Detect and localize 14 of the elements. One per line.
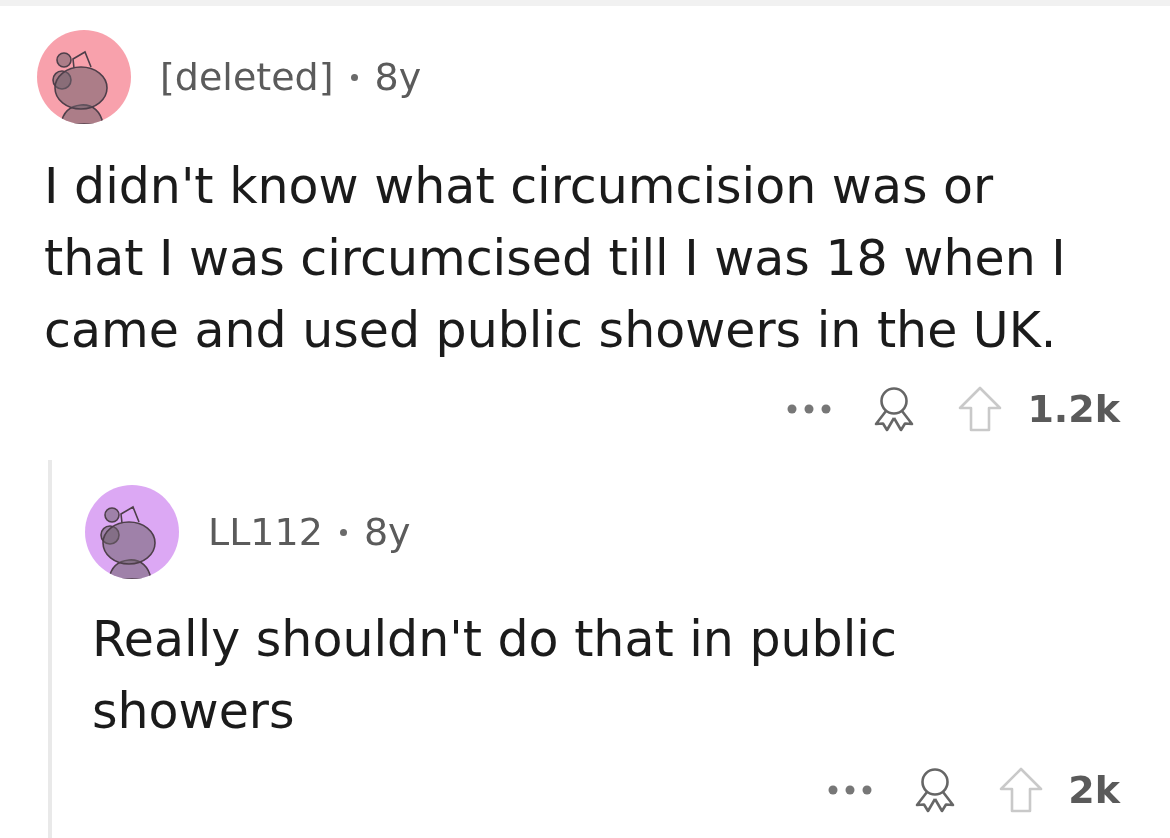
award-icon[interactable] bbox=[914, 767, 957, 813]
username[interactable]: [deleted] bbox=[160, 54, 334, 100]
comment-age: 8y bbox=[374, 54, 422, 100]
more-icon[interactable] bbox=[828, 785, 873, 795]
comment-text: Really shouldn't do that in public showers bbox=[92, 610, 898, 742]
separator-dot-icon bbox=[350, 73, 358, 81]
username[interactable]: LL112 bbox=[208, 509, 323, 555]
vote-score: 1.2k bbox=[1027, 386, 1120, 432]
comment-age: 8y bbox=[363, 509, 411, 555]
separator-dot-icon bbox=[339, 528, 347, 536]
more-icon[interactable] bbox=[787, 404, 832, 414]
vote-score: 2k bbox=[1068, 767, 1120, 813]
comment-text: I didn't know what circumcision was or that I was circumcised till I was 18 when I came and used public showers in the UK. bbox=[44, 157, 1067, 361]
award-icon[interactable] bbox=[873, 386, 916, 432]
